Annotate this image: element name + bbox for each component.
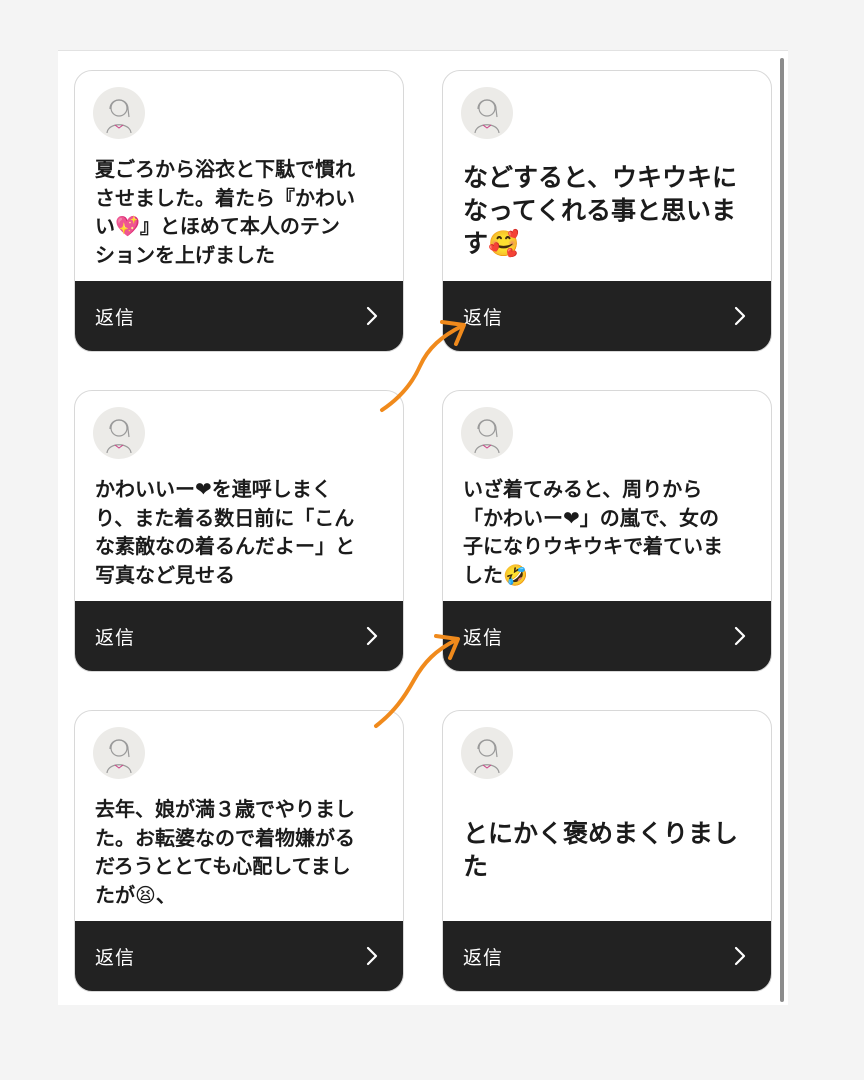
annotation-arrow-1	[380, 320, 466, 412]
reply-message: かわいいー❤を連呼しまく り、また着る数日前に「こん な素敵なの着るんだよー」と…	[95, 477, 355, 587]
chevron-right-icon	[365, 945, 379, 967]
scrollbar[interactable]	[780, 58, 784, 1002]
reply-button[interactable]: 返信	[75, 921, 403, 991]
reply-label: 返信	[95, 946, 136, 969]
reply-card-4: いざ着てみると、周りから 「かわいー❤」の嵐で、女の 子になりウキウキで着ていま…	[442, 390, 772, 672]
girl-avatar-icon	[93, 407, 145, 459]
chevron-right-icon	[733, 305, 747, 327]
reply-message: などすると、ウキウキに なってくれる事と思いま す🥰	[463, 163, 738, 258]
reply-button[interactable]: 返信	[443, 601, 771, 671]
reply-card-3: かわいいー❤を連呼しまく り、また着る数日前に「こん な素敵なの着るんだよー」と…	[74, 390, 404, 672]
reply-label: 返信	[95, 306, 136, 329]
chevron-right-icon	[733, 945, 747, 967]
girl-avatar-icon	[461, 87, 513, 139]
annotation-arrow-2	[374, 634, 460, 728]
reply-card-5: 去年、娘が満３歳でやりまし た。お転婆なので着物嫌がる だろうととても心配してま…	[74, 710, 404, 992]
girl-avatar-icon	[93, 727, 145, 779]
reply-card-2: などすると、ウキウキに なってくれる事と思いま す🥰 返信	[442, 70, 772, 352]
reply-label: 返信	[463, 946, 504, 969]
reply-button[interactable]: 返信	[75, 281, 403, 351]
reply-label: 返信	[95, 626, 136, 649]
girl-avatar-icon	[93, 87, 145, 139]
reply-button[interactable]: 返信	[443, 281, 771, 351]
reply-button[interactable]: 返信	[443, 921, 771, 991]
reply-message: とにかく褒めまくりまし た	[463, 819, 739, 881]
reply-message: いざ着てみると、周りから 「かわいー❤」の嵐で、女の 子になりウキウキで着ていま…	[463, 477, 723, 587]
reply-card-1: 夏ごろから浴衣と下駄で慣れ させました。着たら『かわい い💖』とほめて本人のテン…	[74, 70, 404, 352]
chevron-right-icon	[733, 625, 747, 647]
reply-card-6: とにかく褒めまくりまし た 返信	[442, 710, 772, 992]
reply-message: 去年、娘が満３歳でやりまし た。お転婆なので着物嫌がる だろうととても心配してま…	[95, 797, 355, 907]
reply-message: 夏ごろから浴衣と下駄で慣れ させました。着たら『かわい い💖』とほめて本人のテン…	[95, 157, 355, 267]
reply-button[interactable]: 返信	[75, 601, 403, 671]
